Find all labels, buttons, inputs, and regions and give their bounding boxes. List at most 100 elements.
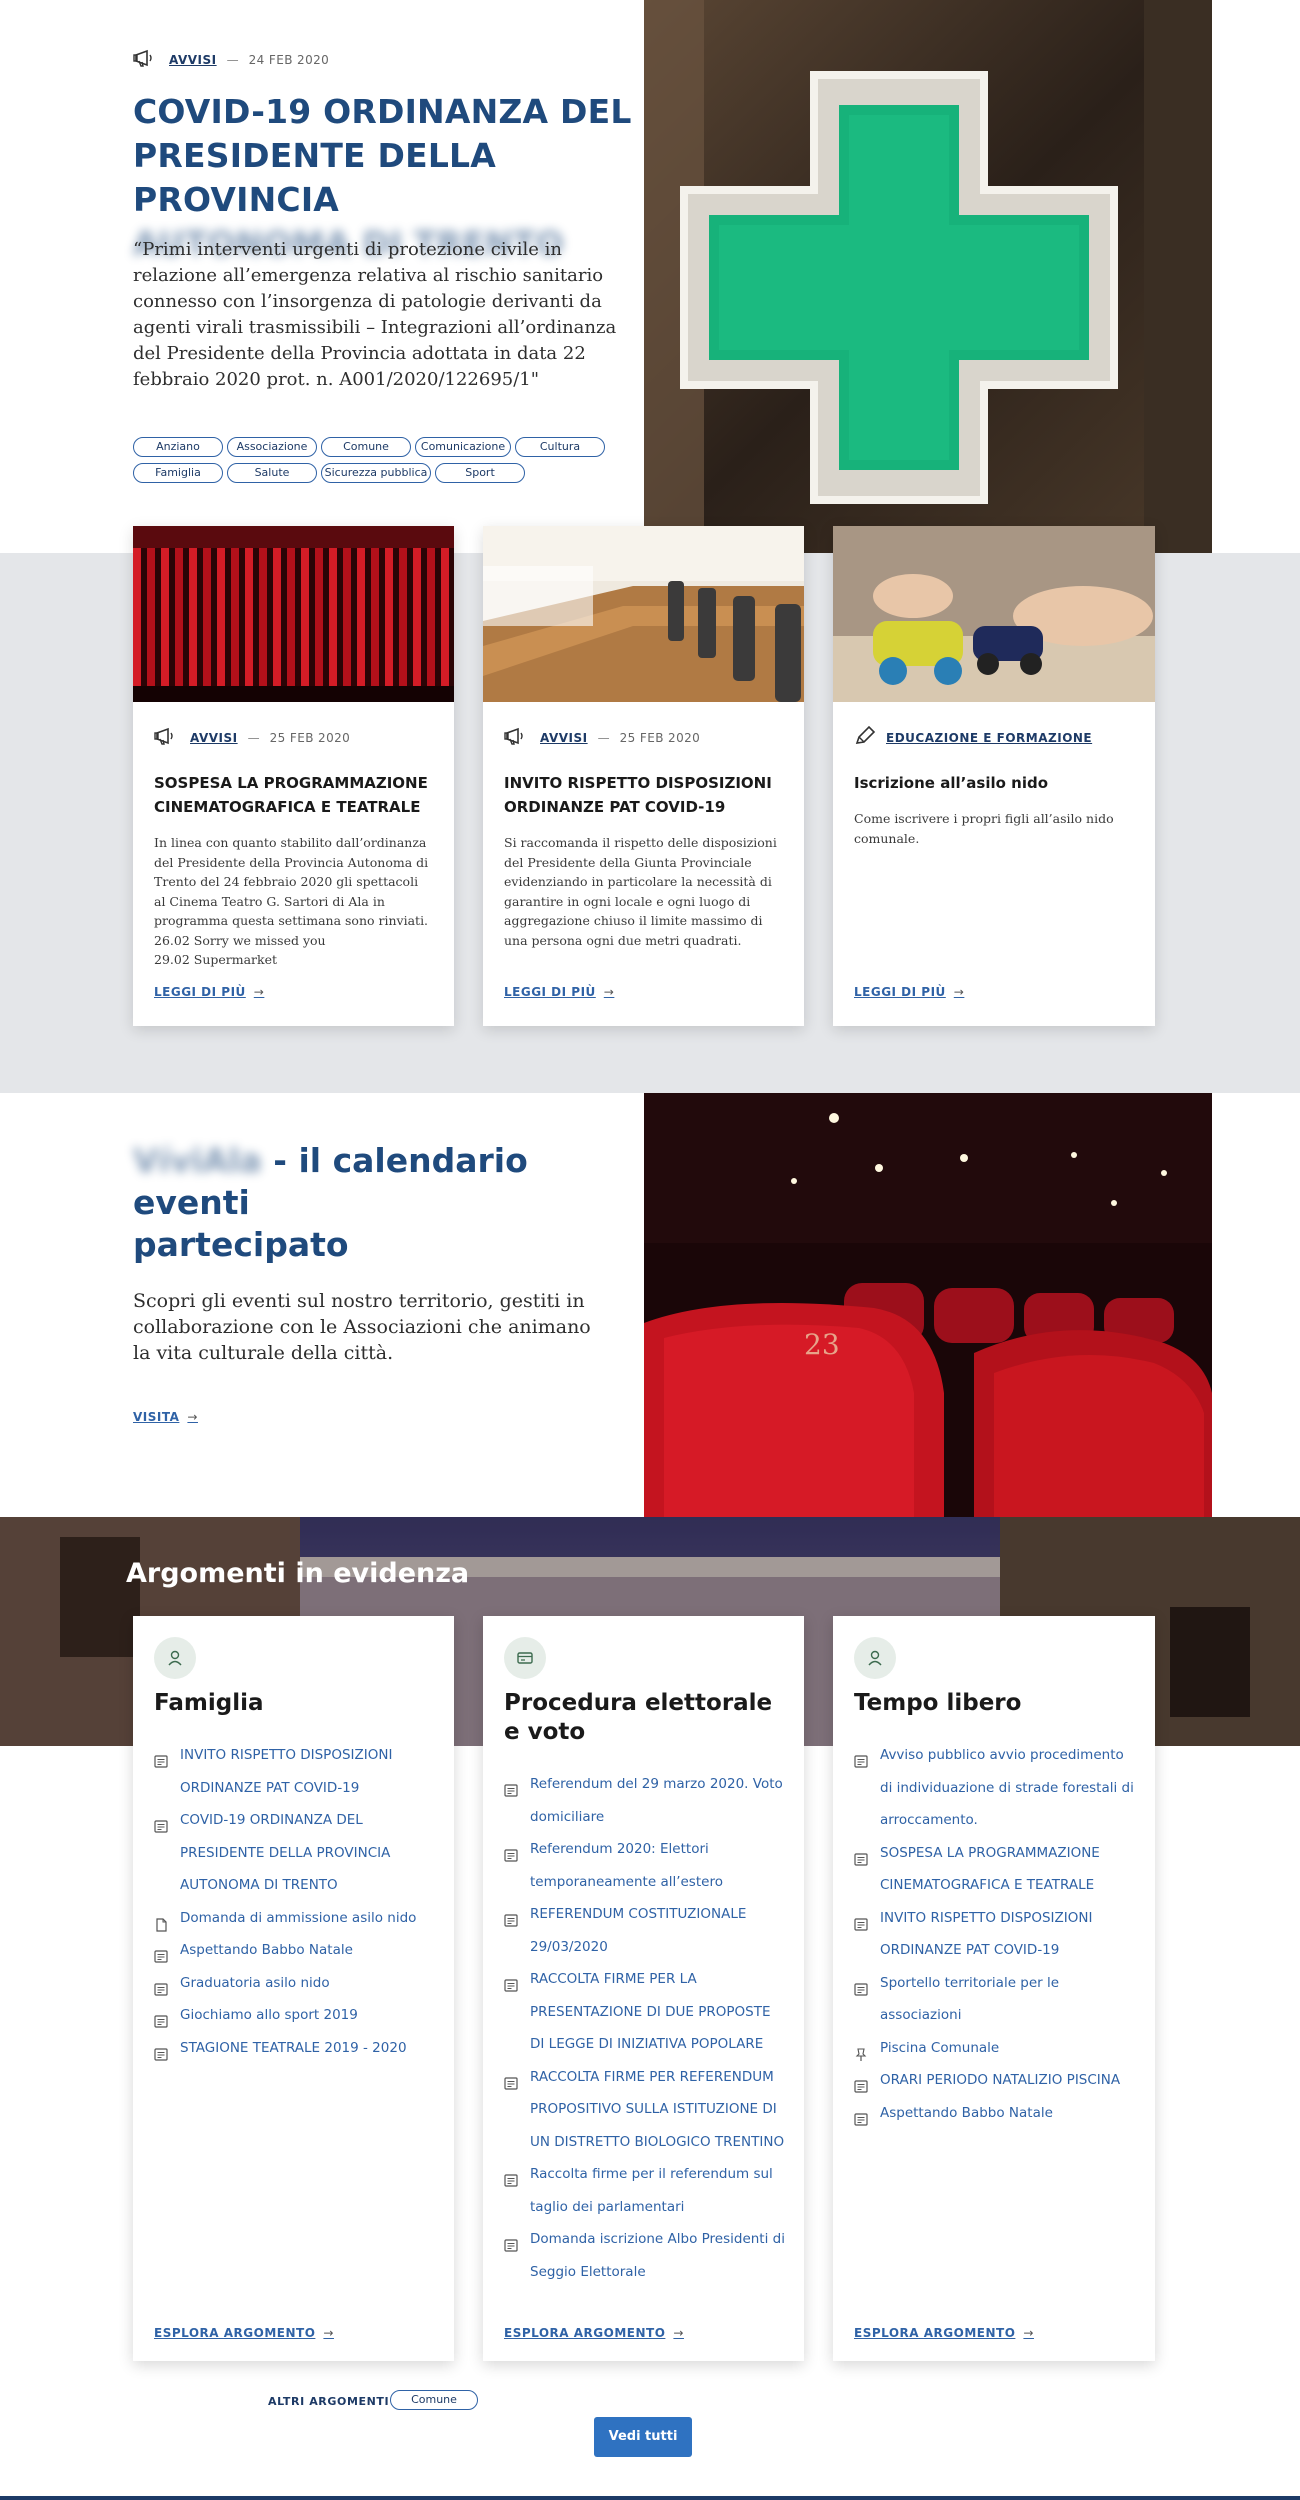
- visit-label: VISITA: [133, 1410, 180, 1424]
- topic-item[interactable]: Sportello territoriale per le associazio…: [854, 1967, 1139, 2032]
- topic-item[interactable]: Referendum 2020: Elettori temporaneament…: [504, 1833, 789, 1898]
- arrow-right-icon: →: [953, 985, 965, 999]
- viviala-text: Scopri gli eventi sul nostro territorio,…: [133, 1290, 591, 1364]
- hero-category-link[interactable]: AVVISI: [169, 53, 217, 67]
- topic-list: Avviso pubblico avvio procedimento di in…: [854, 1739, 1139, 2129]
- topic-item-label: Sportello territoriale per le associazio…: [880, 1974, 1060, 2024]
- topic-item[interactable]: INVITO RISPETTO DISPOSIZIONI ORDINANZE P…: [154, 1739, 439, 1804]
- card-title[interactable]: INVITO RISPETTO DISPOSIZIONI ORDINANZE P…: [504, 771, 783, 819]
- tag-button[interactable]: Cultura: [515, 437, 605, 457]
- explore-label: ESPLORA ARGOMENTO: [154, 2326, 316, 2340]
- explore-topic-link[interactable]: ESPLORA ARGOMENTO →: [504, 2326, 684, 2340]
- topic-item[interactable]: REFERENDUM COSTITUZIONALE 29/03/2020: [504, 1898, 789, 1963]
- topic-item[interactable]: RACCOLTA FIRME PER REFERENDUM PROPOSITIV…: [504, 2061, 789, 2159]
- topic-item[interactable]: SOSPESA LA PROGRAMMAZIONE CINEMATOGRAFIC…: [854, 1837, 1139, 1902]
- news-icon: [854, 1977, 868, 1996]
- topic-item[interactable]: Giochiamo allo sport 2019: [154, 1999, 439, 2032]
- news-icon: [504, 1973, 518, 1992]
- topic-item-label: INVITO RISPETTO DISPOSIZIONI ORDINANZE P…: [180, 1747, 393, 1796]
- topic-item-label: COVID-19 ORDINANZA DEL PRESIDENTE DELLA …: [180, 1812, 391, 1893]
- topic-item[interactable]: ORARI PERIODO NATALIZIO PISCINA: [854, 2064, 1139, 2097]
- tag-button[interactable]: Comune: [321, 437, 411, 457]
- tag-button[interactable]: Anziano: [133, 437, 223, 457]
- read-more-link[interactable]: LEGGI DI PIÙ →: [854, 985, 964, 999]
- card-text: In linea con quanto stabilito dall’ordin…: [154, 833, 433, 970]
- hero-meta: AVVISI — 24 FEB 2020: [133, 48, 329, 71]
- card-title[interactable]: Iscrizione all’asilo nido: [854, 771, 1134, 795]
- tag-button[interactable]: Comune: [390, 2390, 478, 2410]
- topic-item-label: Referendum del 29 marzo 2020. Voto domic…: [530, 1776, 783, 1825]
- topic-item[interactable]: Piscina Comunale: [854, 2032, 1139, 2065]
- topic-item-label: ORARI PERIODO NATALIZIO PISCINA: [880, 2072, 1121, 2088]
- news-icon: [154, 2042, 168, 2061]
- topic-item[interactable]: Aspettando Babbo Natale: [854, 2097, 1139, 2130]
- tag-button[interactable]: Sicurezza pubblica: [321, 463, 431, 483]
- arrow-right-icon: →: [603, 985, 615, 999]
- card-text: Come iscrivere i propri figli all’asilo …: [854, 811, 1114, 846]
- news-card[interactable]: AVVISI — 25 FEB 2020 SOSPESA LA PROGRAMM…: [133, 526, 454, 1026]
- topic-item[interactable]: Graduatoria asilo nido: [154, 1967, 439, 2000]
- topic-item[interactable]: Raccolta firme per il referendum sul tag…: [504, 2158, 789, 2223]
- topic-item[interactable]: RACCOLTA FIRME PER LA PRESENTAZIONE DI D…: [504, 1963, 789, 2061]
- topic-item-label: Referendum 2020: Elettori temporaneament…: [530, 1841, 723, 1890]
- card-text-line: 29.02 Supermarket: [154, 952, 278, 967]
- news-icon: [504, 2168, 518, 2187]
- explore-topic-link[interactable]: ESPLORA ARGOMENTO →: [854, 2326, 1034, 2340]
- arrow-right-icon: →: [673, 2326, 684, 2340]
- news-card[interactable]: EDUCAZIONE E FORMAZIONE Iscrizione all’a…: [833, 526, 1155, 1026]
- hero-date: 24 FEB 2020: [248, 52, 330, 67]
- tag-button[interactable]: Famiglia: [133, 463, 223, 483]
- viviala-title-brand: VíviAla: [133, 1141, 262, 1180]
- topic-item[interactable]: Avviso pubblico avvio procedimento di in…: [854, 1739, 1139, 1837]
- read-more-label: LEGGI DI PIÙ: [154, 985, 246, 999]
- news-icon: [154, 1944, 168, 1963]
- news-icon: [854, 1912, 868, 1931]
- tag-button[interactable]: Salute: [227, 463, 317, 483]
- card-text-para: In linea con quanto stabilito dall’ordin…: [154, 835, 429, 928]
- topic-title[interactable]: Tempo libero: [854, 1689, 1144, 1718]
- visit-link[interactable]: VISITA →: [133, 1410, 633, 1424]
- card-meta: AVVISI — 25 FEB 2020: [154, 726, 433, 749]
- hero-tags: Anziano Associazione Comune Comunicazion…: [133, 437, 613, 483]
- card-text: Si raccomanda il rispetto delle disposiz…: [504, 835, 777, 948]
- hero-title-line: PRESIDENTE DELLA PROVINCIA: [133, 136, 497, 219]
- news-icon: [154, 1749, 168, 1768]
- topic-item-label: Graduatoria asilo nido: [180, 1974, 330, 1991]
- topic-title[interactable]: Procedura elettorale e voto: [504, 1689, 794, 1747]
- card-image-toy-car: [833, 526, 1155, 702]
- document-icon: [154, 1912, 168, 1932]
- card-category-link[interactable]: EDUCAZIONE E FORMAZIONE: [886, 731, 1092, 745]
- topic-item[interactable]: Domanda di ammissione asilo nido: [154, 1902, 439, 1935]
- card-category-link[interactable]: AVVISI: [540, 731, 588, 745]
- news-icon: [504, 2071, 518, 2090]
- topic-item-label: Aspettando Babbo Natale: [880, 2104, 1053, 2121]
- explore-label: ESPLORA ARGOMENTO: [504, 2326, 666, 2340]
- news-icon: [504, 1843, 518, 1862]
- topic-item[interactable]: Referendum del 29 marzo 2020. Voto domic…: [504, 1768, 789, 1833]
- topic-item[interactable]: STAGIONE TEATRALE 2019 - 2020: [154, 2032, 439, 2065]
- arrow-right-icon: →: [253, 985, 265, 999]
- topic-item[interactable]: COVID-19 ORDINANZA DEL PRESIDENTE DELLA …: [154, 1804, 439, 1902]
- tag-button[interactable]: Associazione: [227, 437, 317, 457]
- arrow-right-icon: →: [187, 1410, 198, 1424]
- topic-item[interactable]: INVITO RISPETTO DISPOSIZIONI ORDINANZE P…: [854, 1902, 1139, 1967]
- card-category-link[interactable]: AVVISI: [190, 731, 238, 745]
- topic-item-label: Raccolta firme per il referendum sul tag…: [530, 2166, 773, 2215]
- topic-title[interactable]: Famiglia: [154, 1689, 444, 1718]
- see-all-button[interactable]: Vedi tutti: [594, 2417, 692, 2457]
- tag-button[interactable]: Sport: [435, 463, 525, 483]
- news-card[interactable]: AVVISI — 25 FEB 2020 INVITO RISPETTO DIS…: [483, 526, 804, 1026]
- read-more-link[interactable]: LEGGI DI PIÙ →: [154, 985, 264, 999]
- read-more-link[interactable]: LEGGI DI PIÙ →: [504, 985, 614, 999]
- card-image-curtain: [133, 526, 454, 702]
- megaphone-icon: [133, 48, 159, 71]
- topic-item[interactable]: Aspettando Babbo Natale: [154, 1934, 439, 1967]
- theatre-seats-image: 23: [644, 1093, 1212, 1517]
- explore-topic-link[interactable]: ESPLORA ARGOMENTO →: [154, 2326, 334, 2340]
- hero-quote: “Primi interventi urgenti di protezione …: [133, 239, 617, 390]
- topic-item[interactable]: Domanda iscrizione Albo Presidenti di Se…: [504, 2223, 789, 2288]
- topic-item-label: SOSPESA LA PROGRAMMAZIONE CINEMATOGRAFIC…: [880, 1844, 1100, 1894]
- megaphone-icon: [154, 726, 180, 749]
- tag-button[interactable]: Comunicazione: [415, 437, 511, 457]
- card-title[interactable]: SOSPESA LA PROGRAMMAZIONE CINEMATOGRAFIC…: [154, 771, 433, 819]
